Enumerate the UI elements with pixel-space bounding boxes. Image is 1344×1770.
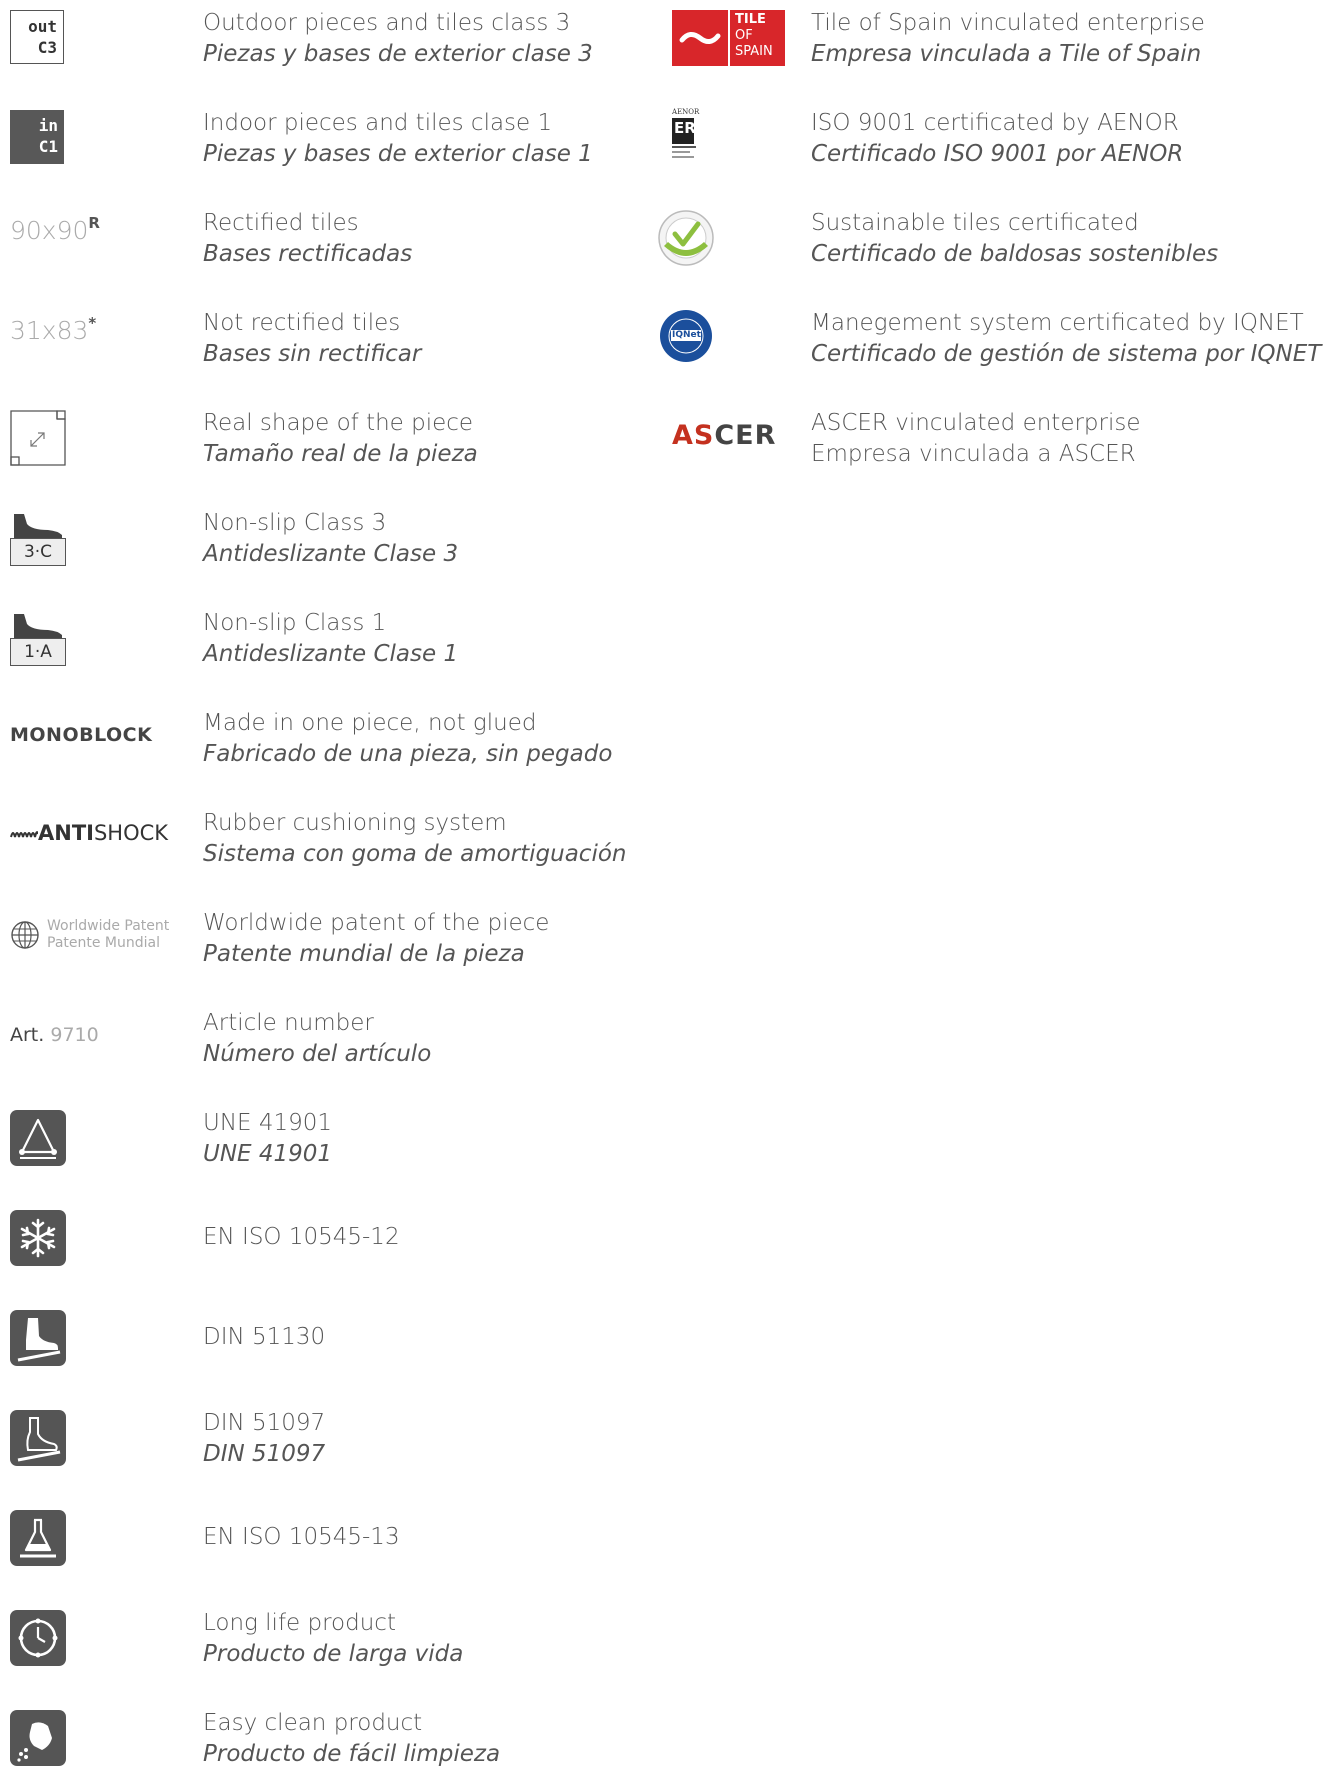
label-spanish: Antideslizante Clase 3 — [203, 541, 459, 567]
label-english: Outdoor pieces and tiles class 3 — [203, 10, 571, 36]
une-41901-icon — [10, 1110, 66, 1166]
aenor-mark: ER — [674, 119, 696, 137]
label-spanish: Certificado de baldosas sostenibles — [811, 241, 1219, 267]
indoor-c1-badge: in C1 — [10, 110, 64, 164]
spring-icon — [10, 831, 39, 838]
ascer-s: S — [693, 420, 715, 451]
label-english: Rectified tiles — [203, 210, 359, 236]
cleaning-spray-icon — [10, 1710, 66, 1766]
label-english: EN ISO 10545-12 — [203, 1224, 400, 1250]
patent-label-spanish: Patente Mundial — [47, 935, 160, 951]
label-english: ISO 9001 certificated by AENOR — [811, 110, 1179, 136]
ascer-logo: ASCER — [672, 420, 776, 451]
aenor-label: AENOR — [672, 108, 700, 116]
not-rectified-mark: * — [88, 314, 97, 332]
badge-line1: in — [38, 116, 58, 135]
label-english: Tile of Spain vinculated enterprise — [811, 10, 1205, 36]
article-number-label: Art. 9710 — [10, 1024, 99, 1046]
label-spanish: Certificado ISO 9001 por AENOR — [811, 141, 1184, 167]
label-spanish: Empresa vinculada a Tile of Spain — [811, 41, 1202, 67]
iqnet-seal: IQNet — [658, 308, 714, 364]
monoblock-label: MONOBLOCK — [10, 724, 153, 746]
label-english: Worldwide patent of the piece — [203, 910, 550, 936]
label-english: Long life product — [203, 1610, 396, 1636]
patent-label-english: Worldwide Patent — [47, 918, 170, 934]
label-english: Rubber cushioning system — [203, 810, 507, 836]
label-spanish: Tamaño real de la pieza — [203, 441, 478, 467]
snowflake-icon — [10, 1210, 66, 1266]
label-english: DIN 51130 — [203, 1324, 326, 1350]
label-english: Real shape of the piece — [203, 410, 474, 436]
label-spanish: Piezas y bases de exterior clase 1 — [203, 141, 593, 167]
label-english: Indoor pieces and tiles clase 1 — [203, 110, 553, 136]
outdoor-c3-badge: out C3 — [10, 10, 64, 64]
label-english: Manegement system certificated by IQNET — [811, 310, 1304, 336]
article-value: 9710 — [50, 1024, 99, 1046]
non-slip-1a-icon: 1·A — [10, 610, 66, 666]
label-spanish: Antideslizante Clase 1 — [203, 641, 459, 667]
label-english: Easy clean product — [203, 1710, 423, 1736]
ascer-a: A — [672, 420, 694, 451]
label-spanish: Número del artículo — [203, 1041, 432, 1067]
article-prefix: Art. — [10, 1024, 45, 1046]
label-spanish: Sistema con goma de amortiguación — [203, 841, 627, 867]
label-spanish: Patente mundial de la pieza — [203, 941, 525, 967]
badge-line1: out — [28, 17, 57, 36]
label-english: Non-slip Class 1 — [203, 610, 387, 636]
label-spanish: Fabricado de una pieza, sin pegado — [203, 741, 613, 767]
label-english: Sustainable tiles certificated — [811, 210, 1139, 236]
label-spanish: Empresa vinculada a ASCER — [811, 441, 1136, 467]
size-value: 31x83 — [10, 316, 89, 345]
non-slip-badge-label: 1·A — [10, 638, 66, 666]
label-english: DIN 51097 — [203, 1410, 326, 1436]
label-spanish: Bases sin rectificar — [203, 341, 422, 367]
label-english: Non-slip Class 3 — [203, 510, 387, 536]
antishock-label: ANTISHOCK — [10, 821, 168, 845]
label-english: UNE 41901 — [203, 1110, 333, 1136]
label-english: EN ISO 10545-13 — [203, 1524, 400, 1550]
tile-of-spain-logo: TILE OF SPAIN — [672, 10, 785, 66]
size-value: 90x90 — [10, 216, 89, 245]
label-spanish: UNE 41901 — [203, 1141, 333, 1167]
chemical-flask-icon — [10, 1510, 66, 1566]
antishock-rest: SHOCK — [93, 821, 169, 845]
sustainable-tiles-seal — [658, 210, 714, 266]
clock-icon — [10, 1610, 66, 1666]
label-spanish: DIN 51097 — [203, 1441, 326, 1467]
badge-line2: C3 — [37, 38, 57, 57]
label-english: Not rectified tiles — [203, 310, 401, 336]
worldwide-patent-icon: Worldwide Patent Patente Mundial — [10, 916, 190, 956]
antishock-bold: ANTI — [38, 821, 94, 845]
shoe-slope-icon — [10, 1310, 66, 1366]
aenor-er-logo: AENOR ER — [672, 108, 702, 166]
barefoot-slope-icon — [10, 1410, 66, 1466]
non-slip-3c-icon: 3·C — [10, 510, 66, 566]
globe-icon — [11, 921, 39, 949]
label-spanish: Producto de larga vida — [203, 1641, 464, 1667]
tos-line2: OF — [735, 28, 753, 43]
label-spanish: Certificado de gestión de sistema por IQ… — [811, 341, 1322, 367]
tos-line3: SPAIN — [735, 44, 773, 59]
ascer-rest: CER — [714, 420, 777, 451]
not-rectified-size-label: 31x83* — [10, 314, 97, 345]
real-shape-icon — [10, 410, 66, 466]
label-english: Made in one piece, not glued — [203, 710, 537, 736]
label-spanish: Producto de fácil limpieza — [203, 1741, 501, 1767]
rectified-mark: R — [88, 214, 100, 232]
iqnet-mark: IQNet — [672, 330, 701, 340]
label-english: ASCER vinculated enterprise — [811, 410, 1141, 436]
non-slip-badge-label: 3·C — [10, 538, 66, 566]
badge-line2: C1 — [38, 137, 58, 156]
label-spanish: Piezas y bases de exterior clase 3 — [203, 41, 593, 67]
tos-line1: TILE — [735, 12, 766, 27]
label-english: Article number — [203, 1010, 374, 1036]
rectified-size-label: 90x90R — [10, 214, 100, 245]
label-spanish: Bases rectificadas — [203, 241, 413, 267]
